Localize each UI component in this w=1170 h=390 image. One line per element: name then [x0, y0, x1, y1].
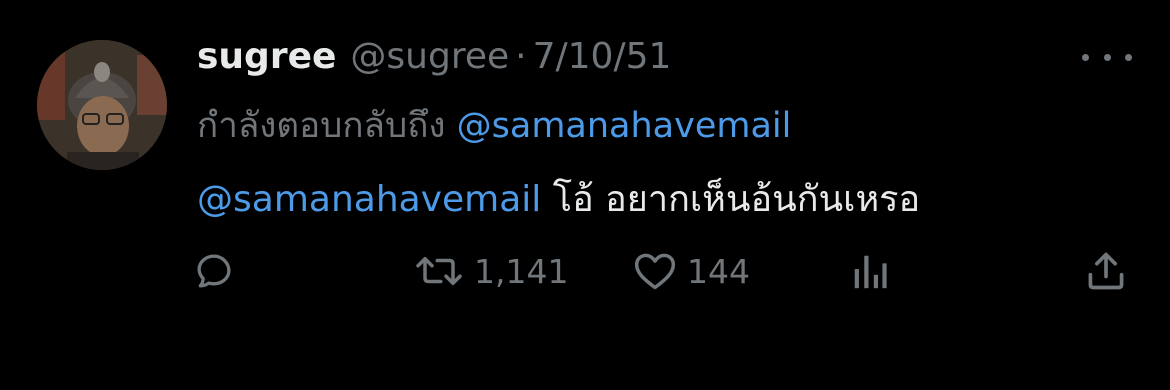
reply-button[interactable]	[193, 248, 235, 294]
display-name[interactable]: sugree	[197, 36, 336, 77]
more-options-button[interactable]	[1082, 44, 1132, 70]
reply-context: กำลังตอบกลับถึง @samanahavemail	[197, 98, 791, 153]
separator-dot: ·	[515, 36, 527, 77]
share-upload-icon	[1088, 252, 1124, 290]
body-mention-link[interactable]: @samanahavemail	[197, 179, 541, 220]
retweet-button[interactable]: 1,141	[414, 248, 568, 294]
body-text: โอ้ อยากเห็นอ้นกันเหรอ	[541, 179, 921, 220]
more-dots-icon	[1103, 53, 1111, 61]
views-button[interactable]	[850, 248, 890, 294]
more-dots-icon	[1082, 53, 1089, 61]
avatar[interactable]	[37, 40, 167, 170]
retweet-count: 1,141	[474, 251, 569, 291]
views-bar-chart-icon	[854, 255, 887, 289]
tweet-date[interactable]: 7/10/51	[533, 36, 672, 77]
more-dots-icon	[1125, 53, 1132, 61]
reply-mention-link[interactable]: @samanahavemail	[457, 106, 792, 146]
heart-icon	[634, 253, 676, 290]
reply-bubble-icon	[197, 254, 231, 288]
tweet-body: @samanahavemail โอ้ อยากเห็นอ้นกันเหรอ	[197, 170, 920, 227]
share-button[interactable]	[1084, 248, 1128, 294]
retweet-icon	[416, 257, 462, 285]
user-handle[interactable]: @sugree	[350, 36, 509, 77]
tweet-header: sugree @sugree · 7/10/51	[197, 36, 671, 86]
like-count: 144	[687, 251, 750, 291]
like-button[interactable]: 144	[633, 248, 750, 294]
avatar-image	[37, 40, 167, 170]
tweet: sugree @sugree · 7/10/51 กำลังตอบกลับถึง…	[0, 0, 1170, 390]
reply-prefix: กำลังตอบกลับถึง	[197, 106, 446, 146]
